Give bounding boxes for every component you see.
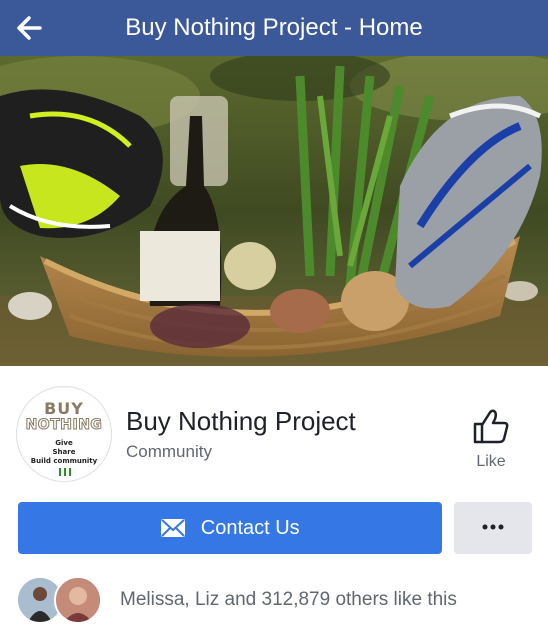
top-bar: Buy Nothing Project - Home [0,0,548,56]
friends-like-row[interactable]: Melissa, Liz and 312,879 others like thi… [0,570,548,630]
page-title: Buy Nothing Project - Home [125,14,423,41]
contact-us-label: Contact Us [200,517,300,539]
logo-buy: BUY [44,399,84,418]
page-avatar[interactable]: BUY NOTHING Give Share Build community [16,386,112,482]
like-button[interactable]: Like [466,408,516,472]
logo-share: Share [52,448,76,456]
page-header: BUY NOTHING Give Share Build community B… [0,366,548,496]
cover-image [0,56,548,366]
likes-summary[interactable]: Melissa, Liz and 312,879 others like thi… [120,589,457,611]
cover-photo[interactable] [0,56,548,366]
envelope-icon [161,519,186,537]
contact-us-button[interactable]: Contact Us [18,502,442,554]
logo-nothing: NOTHING [25,417,103,434]
page-name[interactable]: Buy Nothing Project [126,406,356,436]
page-category: Community [126,442,212,461]
like-label: Like [476,453,506,470]
people-icon [59,468,71,476]
friend-avatar-liz[interactable] [54,576,102,624]
thumbs-up-icon [473,409,509,444]
logo-give: Give [55,439,73,447]
logo-build: Build community [30,457,98,465]
logo-tagline: Give Share Build community [17,439,111,466]
more-dots-icon [482,524,504,530]
avatar-photo [56,578,100,622]
more-options-button[interactable] [454,502,532,554]
